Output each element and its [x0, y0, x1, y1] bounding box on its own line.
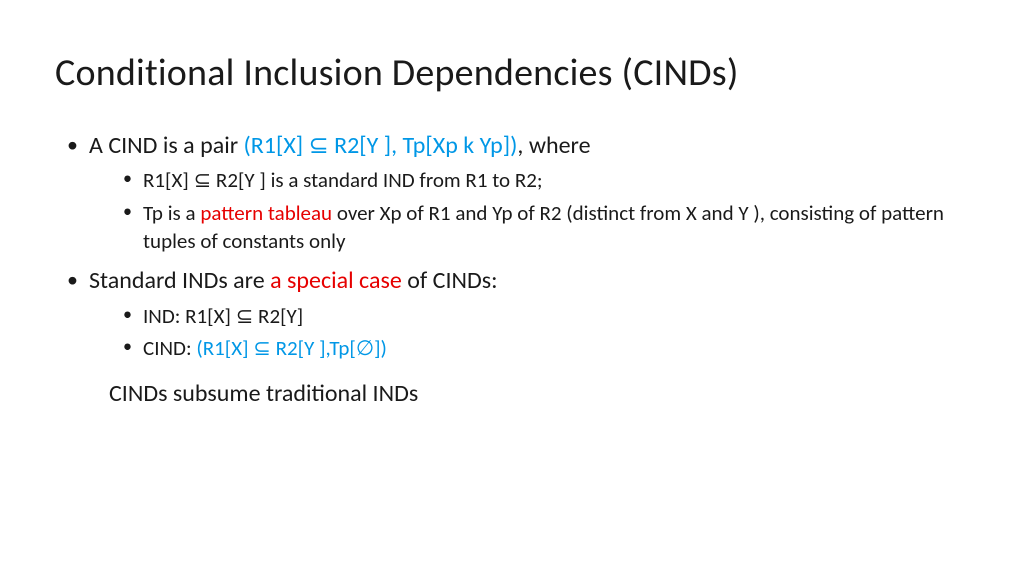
slide-title: Conditional Inclusion Dependencies (CIND… — [55, 50, 969, 96]
sub-bullet-list: R1[X] ⊆ R2[Y ] is a standard IND from R1… — [89, 166, 969, 255]
bullet-cind-def: A CIND is a pair (R1[X] ⊆ R2[Y ], Tp[Xp … — [67, 130, 969, 255]
text-pre: Standard INDs are — [89, 266, 270, 295]
highlight-pattern-tableau: pattern tableau — [200, 200, 332, 226]
highlight-special-case: a special case — [270, 266, 402, 295]
text-pre: A CIND is a pair — [89, 131, 244, 160]
closing-statement: CINDs subsume traditional INDs — [55, 379, 969, 408]
text-post: of CINDs: — [402, 266, 498, 295]
bullet-list: A CIND is a pair (R1[X] ⊆ R2[Y ], Tp[Xp … — [55, 130, 969, 363]
sub-bullet-pattern-tableau: Tp is a pattern tableau over Xp of R1 an… — [123, 199, 969, 256]
text-post: , where — [517, 131, 590, 160]
formula-cind-pair: (R1[X] ⊆ R2[Y ], Tp[Xp k Yp]) — [244, 131, 518, 160]
bullet-special-case: Standard INDs are a special case of CIND… — [67, 265, 969, 362]
text-pre: Tp is a — [143, 200, 200, 226]
formula-cind-empty: (R1[X] ⊆ R2[Y ],Tp[∅]) — [196, 335, 387, 361]
sub-bullet-ind-formula: IND: R1[X] ⊆ R2[Y] — [123, 302, 969, 330]
text-pre: CIND: — [143, 335, 196, 361]
sub-bullet-standard-ind: R1[X] ⊆ R2[Y ] is a standard IND from R1… — [123, 166, 969, 194]
sub-bullet-cind-formula: CIND: (R1[X] ⊆ R2[Y ],Tp[∅]) — [123, 334, 969, 362]
sub-bullet-list: IND: R1[X] ⊆ R2[Y] CIND: (R1[X] ⊆ R2[Y ]… — [89, 302, 969, 363]
